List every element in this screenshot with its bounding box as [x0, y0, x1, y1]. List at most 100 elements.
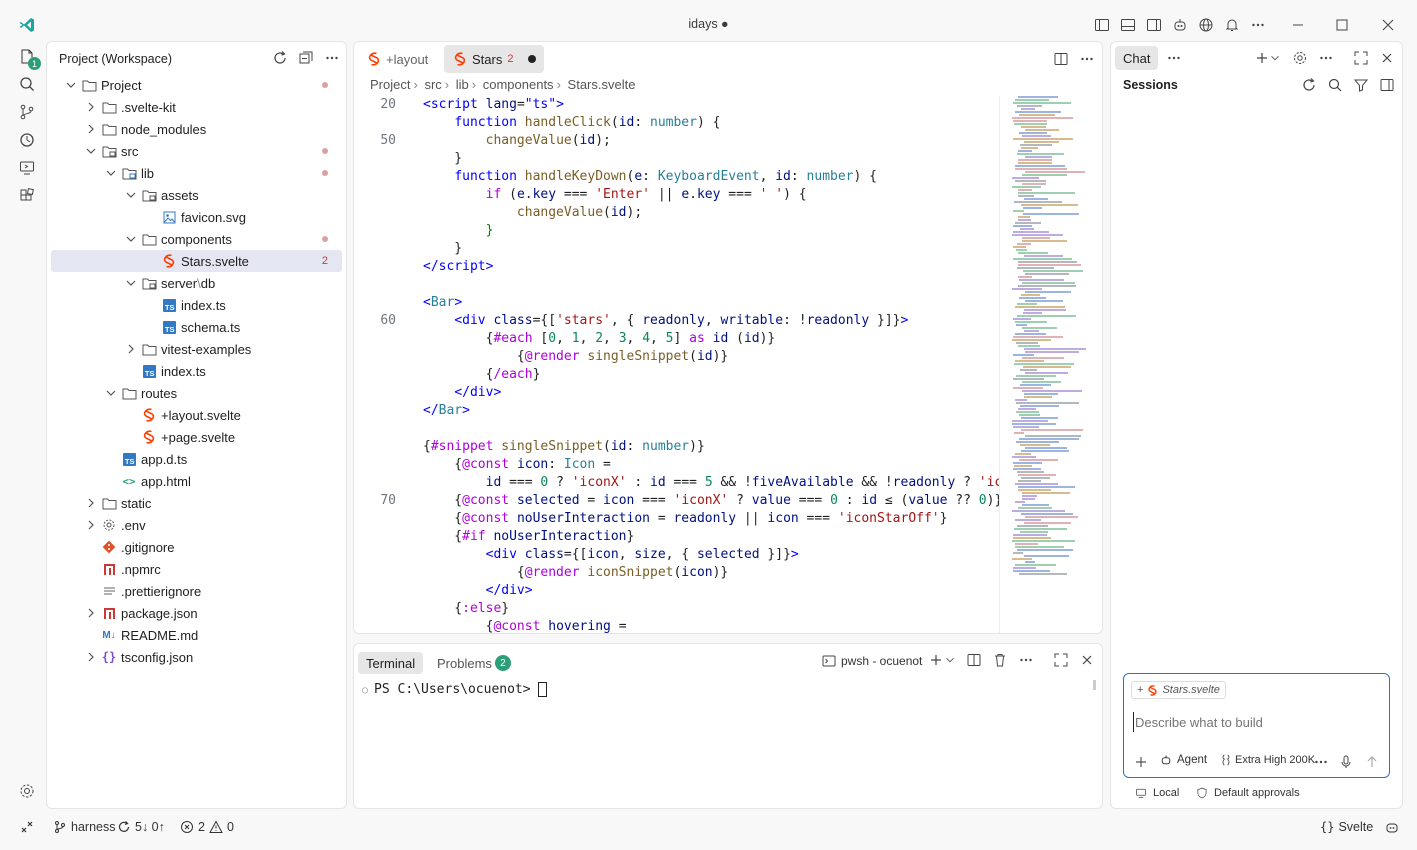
maximize-icon[interactable] [1331, 14, 1353, 36]
tab-stars[interactable]: Stars 2 [444, 45, 544, 73]
tree-folder-item[interactable]: routes [51, 382, 342, 404]
chevron-down-icon[interactable] [83, 143, 99, 159]
tree-file-item[interactable]: TS index.ts [51, 294, 342, 316]
chevron-right-icon[interactable] [83, 99, 99, 115]
tree-folder-item[interactable]: {} tsconfig.json [51, 646, 342, 668]
tree-folder-item[interactable]: static [51, 492, 342, 514]
code-editor[interactable]: 20 <script lang="ts"> function handleClic… [354, 96, 999, 633]
tree-file-item[interactable]: .prettierignore [51, 580, 342, 602]
chevron-right-icon[interactable] [83, 605, 99, 621]
add-attachment-icon[interactable] [1130, 751, 1152, 773]
chevron-down-icon[interactable] [943, 649, 957, 671]
editor-more-icon[interactable] [1076, 48, 1098, 70]
split-terminal-icon[interactable] [963, 649, 985, 671]
tree-folder-item[interactable]: components [51, 228, 342, 250]
timeline-icon[interactable] [14, 127, 40, 153]
tab-layout[interactable]: +layout [358, 45, 436, 73]
minimap[interactable] [1012, 96, 1100, 606]
refresh-icon[interactable] [269, 47, 291, 69]
agent-mode-picker[interactable]: Agent [1160, 754, 1207, 766]
toggle-primary-sidebar-icon[interactable] [1091, 14, 1113, 36]
model-picker[interactable]: Extra High 200K [1221, 754, 1315, 766]
more-icon[interactable] [1247, 14, 1269, 36]
trash-icon[interactable] [989, 649, 1011, 671]
breadcrumb-components[interactable]: components [483, 77, 554, 92]
tab-problems[interactable]: Problems 2 [429, 652, 519, 674]
split-editor-icon[interactable] [1050, 48, 1072, 70]
copilot-icon[interactable] [1169, 14, 1191, 36]
tab-terminal[interactable]: Terminal [358, 652, 424, 674]
tree-folder-item[interactable]: node_modules [51, 118, 342, 140]
tree-folder-item[interactable]: src [51, 140, 342, 162]
context-file-chip[interactable]: + Stars.svelte [1131, 681, 1226, 699]
new-chat-chevron-icon[interactable] [1268, 47, 1282, 69]
chevron-down-icon[interactable] [123, 275, 139, 291]
tree-file-item[interactable]: +layout.svelte [51, 404, 342, 426]
close-window-icon[interactable] [1377, 14, 1399, 36]
terminal-shell-selector[interactable]: pwsh - ocuenot [822, 654, 922, 668]
chevron-down-icon[interactable] [103, 165, 119, 181]
chat-prompt-input[interactable] [1133, 712, 1373, 732]
chevron-right-icon[interactable] [83, 649, 99, 665]
chevron-down-icon[interactable] [63, 77, 79, 93]
unsaved-dot-icon[interactable] [528, 55, 536, 63]
tree-file-item[interactable]: Stars.svelte 2 [51, 250, 342, 272]
sessions-filter-icon[interactable] [1350, 74, 1372, 96]
problems-status[interactable]: 2 0 [180, 820, 234, 834]
tree-folder-item[interactable]: assets [51, 184, 342, 206]
copilot-status-icon[interactable] [1385, 820, 1399, 834]
tree-folder-item[interactable]: vitest-examples [51, 338, 342, 360]
microphone-icon[interactable] [1335, 751, 1357, 773]
tree-folder-item[interactable]: Project [51, 74, 342, 96]
terminal-output[interactable]: ○ PS C:\Users\ocuenot> [362, 682, 548, 697]
tab-chat[interactable]: Chat [1115, 46, 1159, 70]
explorer-more-icon[interactable] [321, 47, 343, 69]
tree-file-item[interactable]: TS schema.ts [51, 316, 342, 338]
terminal-more-icon[interactable] [1015, 649, 1037, 671]
remote-explorer-icon[interactable] [14, 155, 40, 181]
explorer-icon[interactable]: 1 [14, 44, 41, 70]
tree-file-item[interactable]: M↓ README.md [51, 624, 342, 646]
maximize-panel-icon[interactable] [1050, 649, 1072, 671]
send-icon[interactable] [1361, 751, 1383, 773]
chevron-down-icon[interactable] [103, 385, 119, 401]
tree-folder-item[interactable]: package.json [51, 602, 342, 624]
tree-file-item[interactable]: <> app.html [51, 470, 342, 492]
search-icon[interactable] [14, 71, 40, 97]
tree-file-item[interactable]: TS app.d.ts [51, 448, 342, 470]
globe-icon[interactable] [1195, 14, 1217, 36]
chat-settings-gear-icon[interactable] [1289, 47, 1311, 69]
remote-indicator[interactable] [20, 820, 34, 834]
tree-file-item[interactable]: +page.svelte [51, 426, 342, 448]
chevron-right-icon[interactable] [123, 341, 139, 357]
local-target[interactable]: Local [1135, 787, 1179, 799]
close-panel-icon[interactable] [1076, 649, 1098, 671]
bell-icon[interactable] [1221, 14, 1243, 36]
sessions-refresh-icon[interactable] [1298, 74, 1320, 96]
settings-gear-icon[interactable] [14, 778, 40, 804]
approvals-picker[interactable]: Default approvals [1196, 787, 1300, 799]
chevron-right-icon[interactable] [83, 495, 99, 511]
breadcrumb-file[interactable]: Stars.svelte [568, 77, 636, 92]
tree-file-item[interactable]: favicon.svg [51, 206, 342, 228]
chat-more-icon[interactable] [1315, 47, 1337, 69]
tree-file-item[interactable]: TS index.ts [51, 360, 342, 382]
chat-maximize-icon[interactable] [1350, 47, 1372, 69]
git-branch[interactable]: harness [53, 820, 115, 834]
chat-close-icon[interactable] [1376, 47, 1398, 69]
chevron-right-icon[interactable] [83, 517, 99, 533]
tree-file-item[interactable]: .npmrc [51, 558, 342, 580]
language-mode[interactable]: {} Svelte [1320, 820, 1373, 834]
sessions-search-icon[interactable] [1324, 74, 1346, 96]
input-more-icon[interactable] [1310, 751, 1332, 773]
terminal-scrollbar[interactable] [1093, 680, 1096, 690]
chevron-down-icon[interactable] [123, 231, 139, 247]
tree-folder-item[interactable]: .svelte-kit [51, 96, 342, 118]
breadcrumb-lib[interactable]: lib [456, 77, 469, 92]
tree-folder-item[interactable]: server \ db [51, 272, 342, 294]
tree-folder-item[interactable]: lib [51, 162, 342, 184]
source-control-icon[interactable] [14, 99, 40, 125]
chevron-right-icon[interactable] [83, 121, 99, 137]
git-sync[interactable]: 5↓ 0↑ [117, 820, 165, 834]
toggle-panel-icon[interactable] [1117, 14, 1139, 36]
